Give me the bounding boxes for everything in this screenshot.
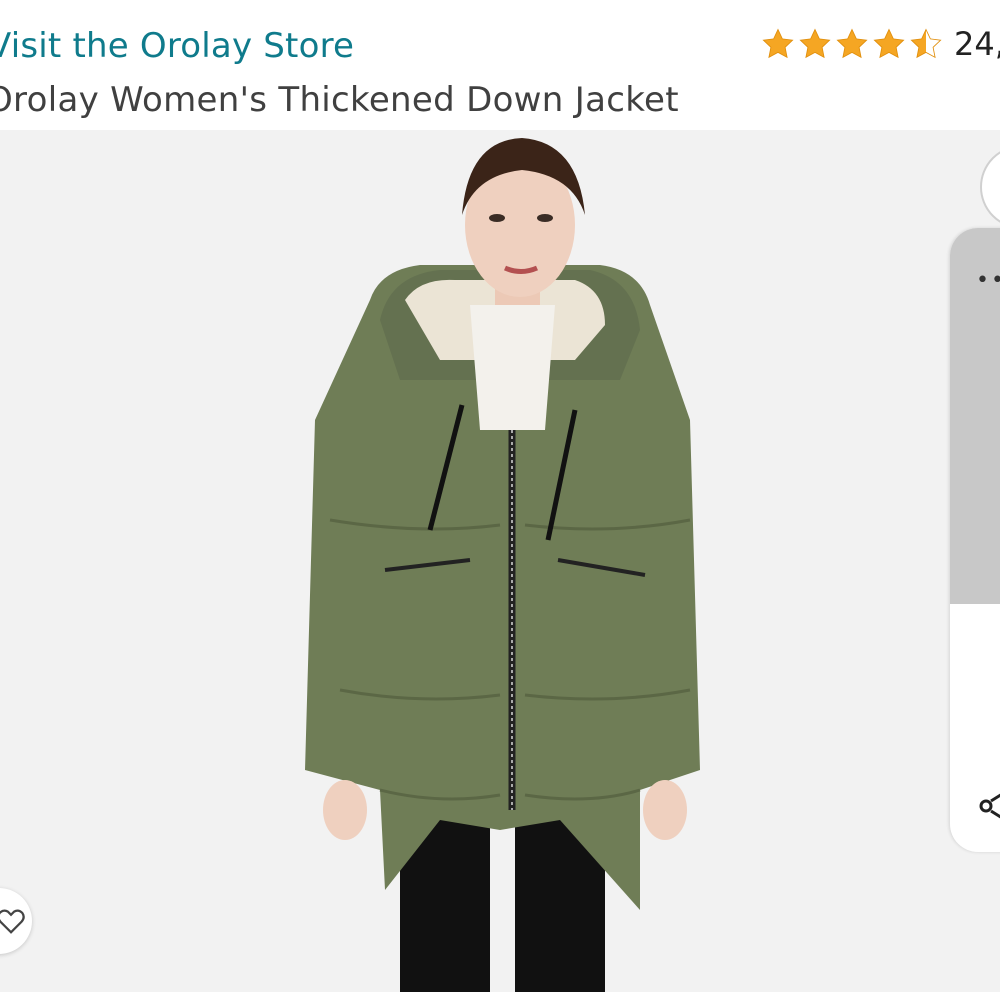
- product-photo-icon: [305, 138, 700, 992]
- share-icon[interactable]: [976, 786, 1000, 826]
- star-half-icon: [910, 28, 942, 59]
- rating-stars: [760, 27, 944, 61]
- store-link-text: Visit the Orolay Store: [0, 26, 355, 66]
- star-full-icon: [836, 28, 868, 59]
- star-full-icon: [799, 28, 831, 59]
- product-page: Visit the Orolay Store Orolay Women's Th…: [0, 0, 1000, 1000]
- bottom-strip: [0, 992, 1000, 1000]
- star-full-icon: [762, 28, 794, 59]
- heart-icon: [0, 909, 25, 934]
- product-image-area[interactable]: [0, 130, 1000, 992]
- side-panel[interactable]: ••: [950, 228, 1000, 852]
- star-full-icon: [873, 28, 905, 59]
- product-title: Orolay Women's Thickened Down Jacket: [0, 80, 679, 120]
- rating-count: 24,: [954, 25, 1000, 63]
- rating[interactable]: 24,: [760, 24, 1000, 64]
- store-link[interactable]: Visit the Orolay Store: [0, 26, 354, 66]
- more-options-icon[interactable]: ••: [976, 268, 1000, 293]
